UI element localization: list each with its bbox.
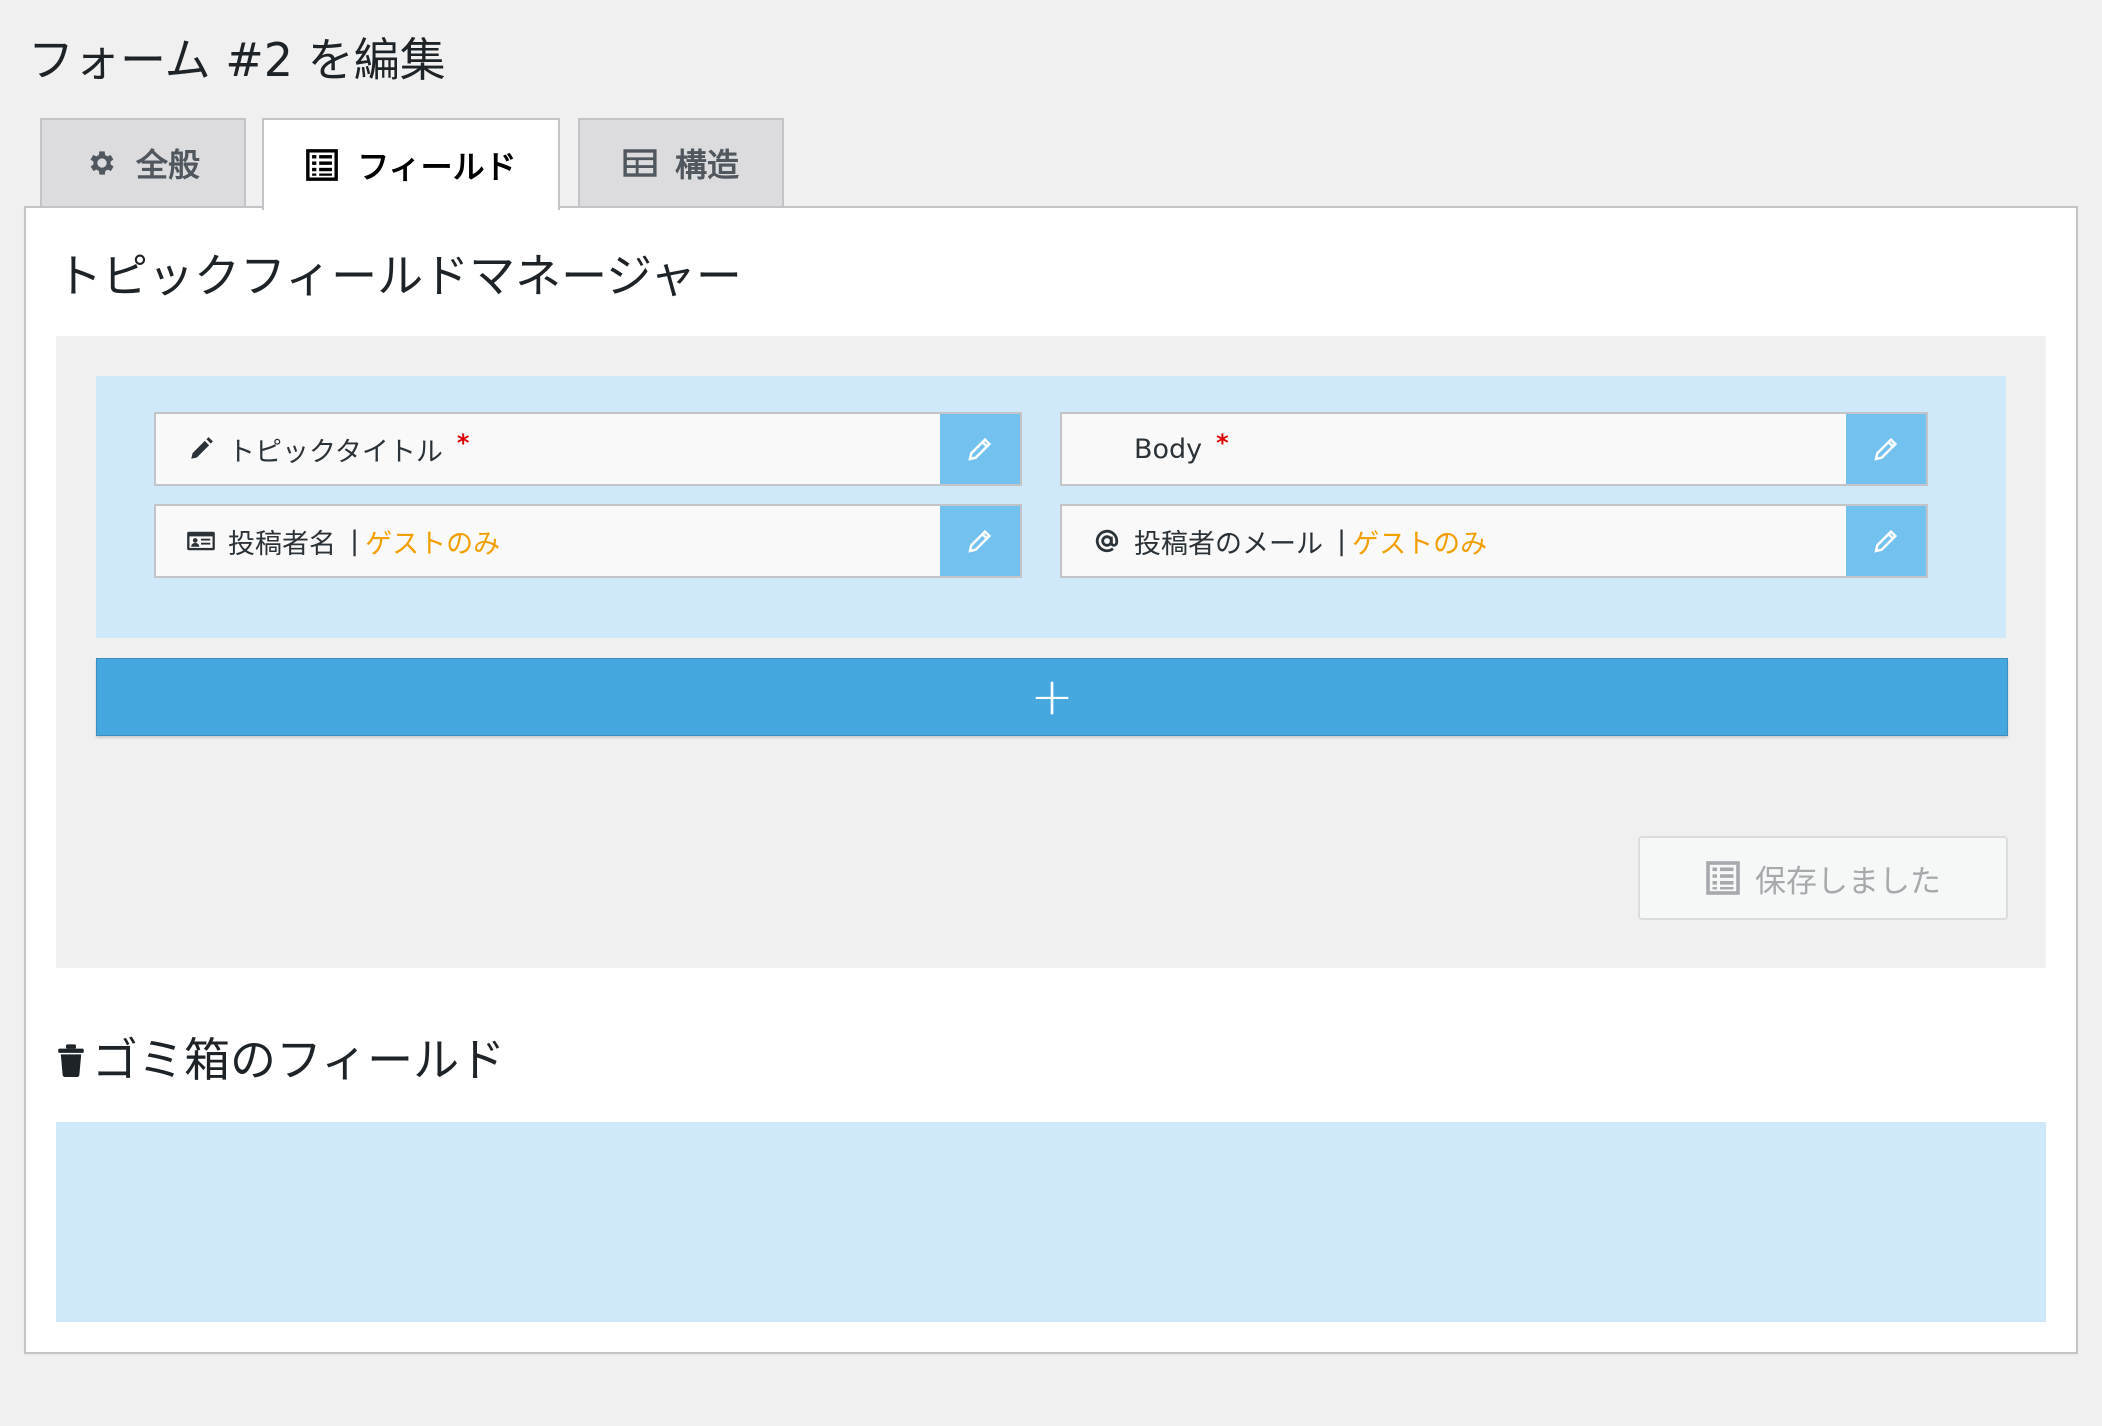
field-manager: トピックタイトル * Body * 投稿者名 | ゲストのみ 投稿者のメール |…: [56, 336, 2046, 968]
save-button-label: 保存しました: [1755, 863, 1941, 900]
edit-field-button[interactable]: [1846, 506, 1926, 576]
required-marker: *: [456, 429, 470, 457]
field-label: 投稿者のメール: [1134, 528, 1323, 560]
field-manager-title: トピックフィールドマネージャー: [56, 249, 742, 303]
separator: |: [350, 525, 360, 557]
field-label: トピックタイトル: [228, 436, 443, 468]
trash-fields-title-text: ゴミ箱のフィールド: [92, 1033, 506, 1087]
list-icon: [305, 148, 339, 182]
field-body[interactable]: Body *: [1060, 412, 1928, 486]
pencil-icon: [1871, 434, 1901, 464]
field-label: Body: [1134, 433, 1203, 465]
pencil-icon: [1871, 526, 1901, 556]
field-topic-title[interactable]: トピックタイトル *: [154, 412, 1022, 486]
trash-drop-area[interactable]: [56, 1122, 2046, 1322]
edit-field-button[interactable]: [940, 414, 1020, 484]
pencil-icon: [965, 526, 995, 556]
tab-general-label: 全般: [135, 146, 200, 184]
field-author-email[interactable]: 投稿者のメール | ゲストのみ: [1060, 504, 1928, 578]
fields-panel: トピックフィールドマネージャー トピックタイトル * Body * 投稿者名 |…: [24, 206, 2078, 1354]
trash-fields-title: ゴミ箱のフィールド: [56, 1028, 505, 1092]
field-drop-area: トピックタイトル * Body * 投稿者名 | ゲストのみ 投稿者のメール |…: [96, 376, 2006, 638]
separator: |: [1337, 525, 1347, 557]
tab-general[interactable]: 全般: [40, 118, 246, 206]
tab-fields[interactable]: フィールド: [262, 118, 560, 210]
trash-icon: [56, 1043, 86, 1077]
tab-fields-label: フィールド: [357, 148, 517, 186]
tab-structure-label: 構造: [674, 146, 739, 184]
save-button[interactable]: 保存しました: [1638, 836, 2008, 920]
gear-icon: [86, 147, 118, 179]
guest-only-note: ゲストのみ: [365, 528, 501, 560]
edit-field-button[interactable]: [940, 506, 1020, 576]
at-icon: [1092, 526, 1122, 556]
required-marker: *: [1216, 429, 1229, 457]
id-card-icon: [186, 526, 216, 556]
edit-field-button[interactable]: [1846, 414, 1926, 484]
field-author-name[interactable]: 投稿者名 | ゲストのみ: [154, 504, 1022, 578]
pencil-icon: [965, 434, 995, 464]
pencil-icon: [186, 434, 216, 464]
field-label: 投稿者名: [228, 528, 336, 560]
table-icon: [623, 148, 657, 178]
add-field-button[interactable]: +: [96, 658, 2008, 736]
page-title: フォーム #2 を編集: [28, 33, 446, 87]
tab-structure[interactable]: 構造: [578, 118, 784, 206]
list-icon: [1705, 860, 1741, 896]
guest-only-note: ゲストのみ: [1352, 528, 1488, 560]
